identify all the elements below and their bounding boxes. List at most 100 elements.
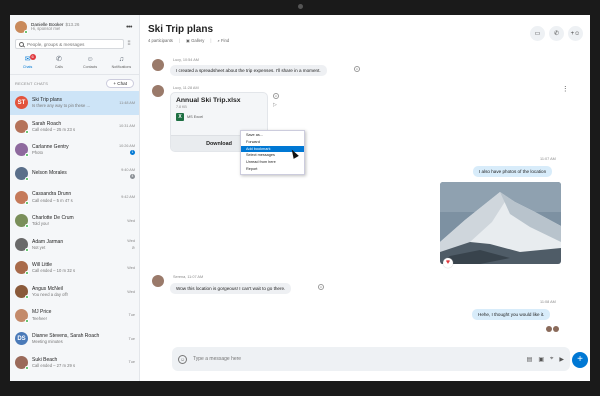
message-bubble[interactable]: I created a spreadsheet about the trip e…: [170, 65, 327, 76]
emoji-icon[interactable]: ☺: [178, 354, 187, 364]
add-content-button[interactable]: +: [572, 352, 588, 368]
nav-chats[interactable]: ✉ 6 Chats: [13, 54, 43, 72]
chat-list-item[interactable]: Carlanne Gentry Photo 10:26 AM 1: [10, 138, 139, 162]
file-type: MS Excel: [187, 115, 204, 119]
chat-list-item[interactable]: ST Ski Trip plans Is there any way to pin …: [10, 91, 139, 115]
avatar: [15, 119, 29, 134]
avatar: [546, 326, 552, 332]
muted-icon: ⊘: [131, 244, 135, 250]
nav-contacts[interactable]: ☺ Contacts: [75, 55, 105, 72]
read-receipts: [546, 326, 559, 332]
chat-list-item[interactable]: MJ Price Teehee! Tue: [10, 303, 139, 327]
chat-time: Wed: [127, 265, 135, 270]
find-link[interactable]: ⌕ Find: [217, 38, 229, 43]
participants-link[interactable]: 4 participants: [148, 38, 173, 43]
message-bubble[interactable]: Hehe, I thought you would like it.: [472, 309, 551, 320]
plus-icon: +: [577, 354, 583, 365]
heart-reaction-icon[interactable]: ♥: [443, 258, 453, 268]
location-icon[interactable]: ⌖: [550, 356, 553, 363]
contacts-icon: ☺: [86, 56, 94, 63]
menu-forward[interactable]: Forward: [241, 139, 304, 146]
contact-card-icon[interactable]: ▣: [538, 356, 544, 363]
avatar: [15, 237, 29, 252]
message-meta: Lucy, 10:54 AM: [173, 58, 199, 62]
chat-time: Tue: [128, 313, 135, 318]
online-status-icon: [25, 295, 29, 300]
online-status-icon: [25, 200, 29, 205]
chat-list-item[interactable]: Charlotte De Crum Told you! Wed: [10, 209, 139, 233]
shared-photo[interactable]: [440, 182, 561, 264]
video-message-icon[interactable]: ▶: [559, 356, 564, 363]
chat-preview: Not yet: [32, 244, 46, 250]
emoji-reaction-icon[interactable]: ☺: [318, 284, 324, 290]
message-bubble[interactable]: I also have photos of the location: [473, 166, 553, 177]
message-more-icon[interactable]: ⋮: [560, 85, 570, 93]
profile-avatar[interactable]: [15, 21, 28, 34]
call-actions: ▭ ✆ +☺: [530, 26, 583, 41]
online-status-icon: [25, 177, 29, 182]
search-input[interactable]: [27, 41, 107, 47]
avatar: [15, 261, 29, 276]
message-meta: Serena, 11:07 AM: [173, 275, 204, 279]
avatar[interactable]: [152, 275, 164, 287]
chat-list-item[interactable]: DS Dianne Stevens, Sarah Roach Meeting min…: [10, 327, 139, 351]
message-input[interactable]: [193, 356, 527, 362]
message-meta: Lucy, 11:28 AM: [173, 86, 199, 90]
avatar: [15, 190, 29, 205]
chat-list-item[interactable]: Nelson Morales 9:40 AM 4: [10, 162, 139, 186]
gallery-link[interactable]: ▣ Gallery: [186, 38, 204, 43]
avatar: [15, 285, 29, 300]
add-person-icon: +☺: [570, 30, 581, 37]
unread-badge: 4: [130, 174, 135, 180]
avatar[interactable]: [152, 85, 164, 97]
skype-window: Danielle Booker $13.26 Hi, sponsor me! ••…: [10, 15, 590, 381]
chat-preview: Meeting minutes: [32, 339, 63, 345]
bell-icon: ♫: [118, 56, 124, 63]
emoji-reaction-icon[interactable]: ☺: [354, 66, 360, 72]
search-box[interactable]: [15, 39, 124, 49]
credit-balance: $13.26: [65, 22, 80, 28]
chat-time: 9:42 AM: [121, 195, 135, 200]
mood-message[interactable]: Hi, sponsor me!: [31, 27, 124, 32]
message-time: 11:08 AM: [540, 300, 556, 304]
menu-report[interactable]: Report: [241, 166, 304, 173]
phone-icon: ✆: [553, 31, 560, 37]
emoji-reaction-icon[interactable]: ☺: [273, 93, 279, 99]
more-options-icon[interactable]: •••: [124, 24, 134, 31]
chat-list-item[interactable]: Adam Jarman Not yet Wed ⊘: [10, 233, 139, 257]
chat-list-item[interactable]: Sarah Roach Call ended – 25 m 23 s 10:31 A…: [10, 115, 139, 139]
menu-save-as[interactable]: Save as...: [241, 132, 304, 139]
unread-badge: 1: [130, 150, 135, 156]
webcam-indicator: [298, 4, 303, 9]
forward-icon[interactable]: ▷: [273, 102, 277, 108]
menu-unread-from-here[interactable]: Unread from here: [241, 159, 304, 166]
online-status-icon: [25, 224, 29, 229]
unread-badge: 6: [29, 54, 36, 60]
avatar: [15, 308, 29, 323]
new-chat-button[interactable]: + Chat: [106, 78, 134, 88]
chat-preview: You need a day off!: [32, 292, 68, 298]
conversation-header: Ski Trip plans 4 participants | ▣ Galler…: [140, 15, 590, 53]
chat-list-item[interactable]: Angus McNeil You need a day off! Wed: [10, 280, 139, 304]
online-status-icon: [25, 271, 29, 276]
chat-list-item[interactable]: Cassandra Drunn Call ended – 5 m 47 s 9:42…: [10, 185, 139, 209]
avatar: DS: [15, 332, 28, 346]
chat-time: 10:26 AM: [118, 144, 135, 149]
chat-time: 10:31 AM: [118, 124, 135, 129]
chat-list-item[interactable]: Suki Beach Call ended – 27 m 29 s Tue: [10, 351, 139, 375]
chat-time: Tue: [128, 336, 135, 341]
audio-call-button[interactable]: ✆: [549, 26, 564, 41]
chat-preview: Teehee!: [32, 315, 47, 321]
chat-preview: Photo: [32, 150, 43, 156]
dialpad-icon[interactable]: ⁞⁞: [124, 41, 134, 47]
video-call-button[interactable]: ▭: [530, 26, 545, 41]
profile-bar[interactable]: Danielle Booker $13.26 Hi, sponsor me! ••…: [10, 15, 139, 37]
message-bubble[interactable]: Wow this location is gorgeous! I can't w…: [170, 283, 292, 294]
conversation-title[interactable]: Ski Trip plans: [148, 24, 582, 35]
media-icon[interactable]: ▤: [527, 356, 533, 363]
nav-notifications[interactable]: ♫ Notifications: [106, 55, 136, 72]
add-people-button[interactable]: +☺: [568, 26, 583, 41]
chat-list-item[interactable]: Will Little Call ended – 10 m 32 s Wed: [10, 256, 139, 280]
nav-calls[interactable]: ✆ Calls: [44, 55, 74, 72]
avatar[interactable]: [152, 59, 164, 71]
